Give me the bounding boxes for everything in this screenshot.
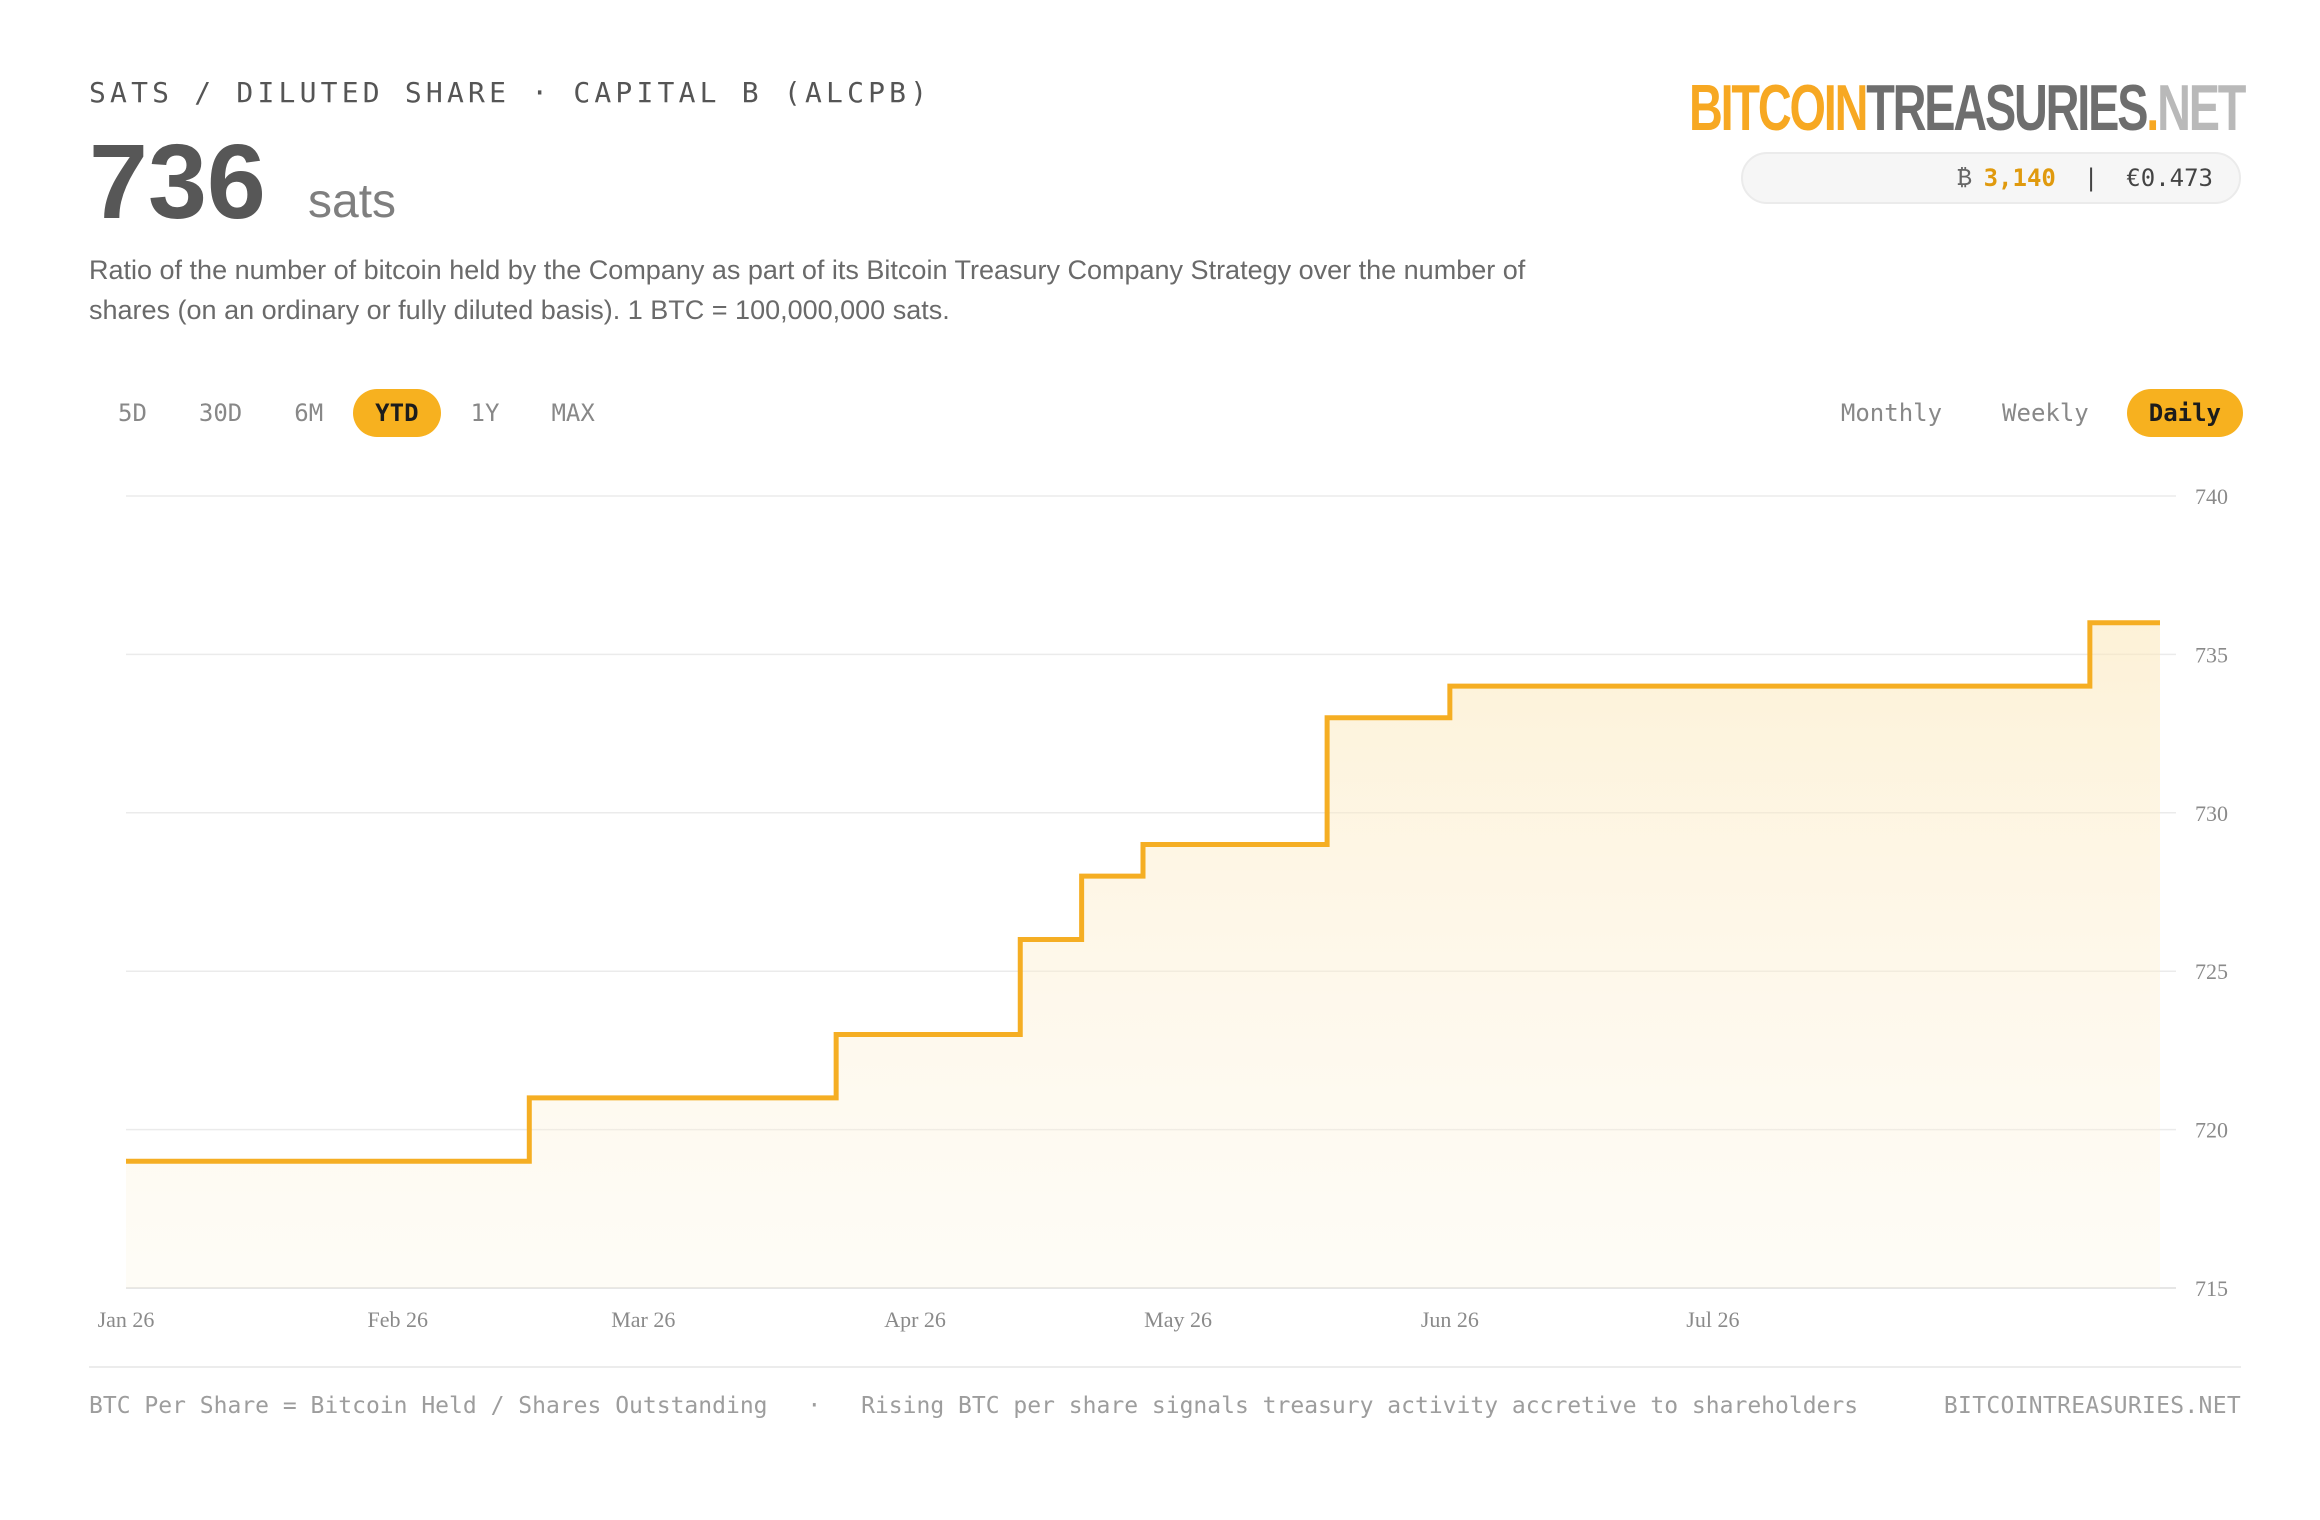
x-tick-label-may-26: May 26	[1144, 1307, 1212, 1332]
footer-dot-separator: ·	[807, 1393, 822, 1419]
sats-per-share-chart: 715 720 725 730 735 740 Jan 26 Feb 26 Mar 26 Apr…	[98, 484, 2228, 1332]
x-tick-label-jun-26: Jun 26	[1421, 1307, 1479, 1332]
footer-site: BITCOINTREASURIES.NET	[1943, 1393, 2241, 1419]
x-tick-label-apr-26: Apr 26	[884, 1307, 946, 1332]
chart-area-layer	[126, 622, 2160, 1288]
y-tick-label-740: 740	[2195, 484, 2228, 509]
y-tick-label-725: 725	[2195, 959, 2228, 984]
y-tick-label-715: 715	[2195, 1276, 2228, 1301]
y-axis-ticks: 715 720 725 730 735 740	[2195, 484, 2228, 1301]
x-tick-label-mar-26: Mar 26	[611, 1307, 675, 1332]
footer-note: Rising BTC per share signals treasury ac…	[861, 1393, 1859, 1419]
y-tick-label-730: 730	[2195, 801, 2228, 826]
x-axis-ticks: Jan 26 Feb 26 Mar 26 Apr 26 May 26 Jun 26 Jul …	[98, 1307, 1740, 1332]
y-tick-label-735: 735	[2195, 642, 2228, 667]
footer-caption: BTC Per Share = Bitcoin Held / Shares Ou…	[89, 1393, 1858, 1419]
y-tick-label-720: 720	[2195, 1118, 2228, 1143]
x-tick-label-jan-26: Jan 26	[98, 1307, 155, 1332]
series-area-fill	[126, 622, 2160, 1288]
footer-formula: BTC Per Share = Bitcoin Held / Shares Ou…	[89, 1393, 768, 1419]
footer-divider	[89, 1366, 2241, 1368]
x-tick-label-feb-26: Feb 26	[368, 1307, 429, 1332]
x-tick-label-jul-26: Jul 26	[1686, 1307, 1739, 1332]
